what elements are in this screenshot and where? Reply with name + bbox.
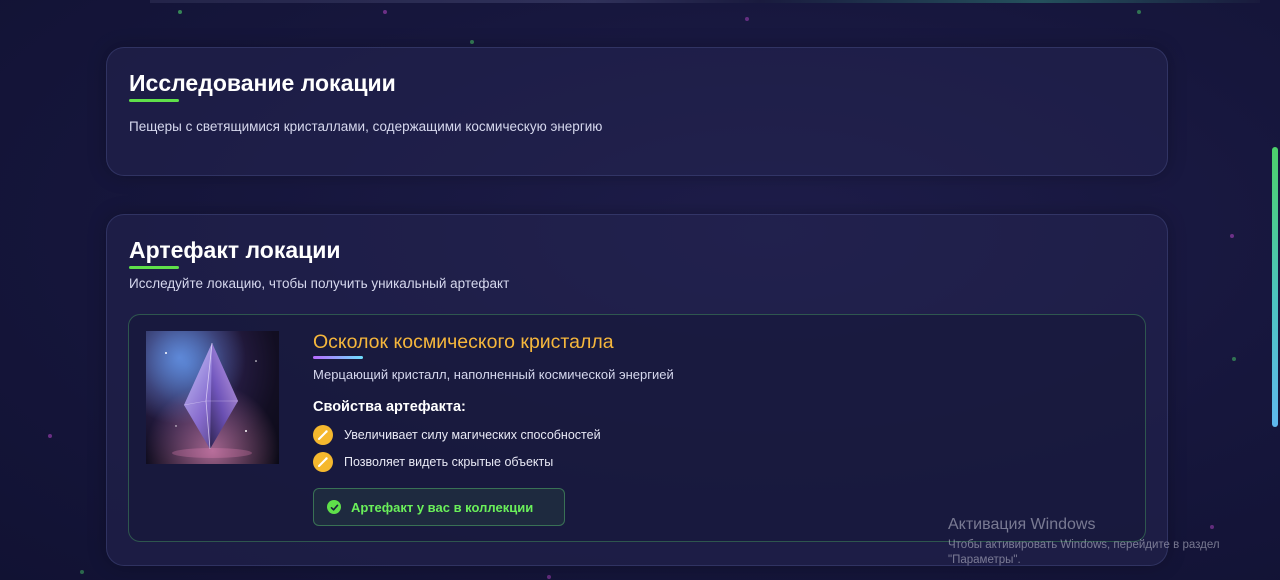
- windows-activation-title: Активация Windows: [948, 516, 1096, 533]
- scrollbar[interactable]: [1270, 0, 1280, 580]
- artifact-title-underline: [129, 266, 179, 269]
- star-decoration: [1230, 234, 1234, 238]
- star-decoration: [383, 10, 387, 14]
- artifact-section-title: Артефакт локации: [129, 237, 341, 263]
- star-decoration: [547, 575, 551, 579]
- artifact-description: Мерцающий кристалл, наполненный космичес…: [313, 367, 674, 382]
- artifact-image: [146, 331, 279, 464]
- crystal-icon: [146, 331, 279, 464]
- location-title: Исследование локации: [129, 70, 396, 96]
- artifact-name-underline: [313, 356, 363, 359]
- star-decoration: [80, 570, 84, 574]
- collection-status-badge: Артефакт у вас в коллекции: [313, 488, 565, 526]
- scrollbar-thumb[interactable]: [1272, 147, 1278, 427]
- artifact-name: Осколок космического кристалла: [313, 331, 614, 353]
- artifact-properties-title: Свойства артефакта:: [313, 399, 466, 415]
- location-title-underline: [129, 99, 179, 102]
- check-circle-icon: [327, 500, 341, 514]
- collection-status-text: Артефакт у вас в коллекции: [351, 499, 534, 515]
- location-description: Пещеры с светящимися кристаллами, содерж…: [129, 119, 603, 134]
- windows-activation-subtitle: Чтобы активировать Windows, перейдите в …: [948, 539, 1220, 566]
- artifact-property-text: Увеличивает силу магических способностей: [344, 428, 601, 442]
- artifact-property-text: Позволяет видеть скрытые объекты: [344, 455, 554, 469]
- star-decoration: [1232, 357, 1236, 361]
- star-decoration: [48, 434, 52, 438]
- artifact-section-description: Исследуйте локацию, чтобы получить уника…: [129, 276, 510, 291]
- top-strip: [150, 0, 1260, 3]
- star-decoration: [745, 17, 749, 21]
- windows-activation-watermark: Активация Windows Чтобы активировать Win…: [948, 516, 1248, 568]
- artifact-details: Осколок космического кристалла Мерцающий…: [128, 314, 1146, 542]
- star-decoration: [470, 40, 474, 44]
- star-decoration: [178, 10, 182, 14]
- location-card: Исследование локации Пещеры с светящимис…: [106, 47, 1168, 176]
- page: Исследование локации Пещеры с светящимис…: [0, 0, 1280, 580]
- artifact-property-item: Позволяет видеть скрытые объекты: [313, 452, 553, 472]
- wand-icon: [313, 425, 333, 445]
- artifact-property-item: Увеличивает силу магических способностей: [313, 425, 601, 445]
- wand-icon: [313, 452, 333, 472]
- artifact-card: Артефакт локации Исследуйте локацию, что…: [106, 214, 1168, 566]
- star-decoration: [1137, 10, 1141, 14]
